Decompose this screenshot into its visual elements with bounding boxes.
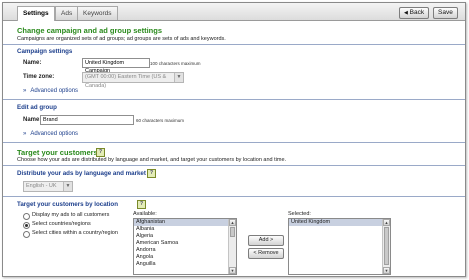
tab-ads[interactable]: Ads (55, 6, 79, 20)
selected-label: Selected: (288, 211, 311, 217)
list-item[interactable]: Angola (134, 254, 236, 261)
page-subtitle: Campaigns are organized sets of ad group… (17, 36, 226, 42)
advanced-options-label: Advanced options (30, 131, 79, 137)
divider (3, 99, 465, 100)
tab-settings[interactable]: Settings (17, 6, 55, 21)
divider (3, 165, 465, 166)
language-market-value: English - UK (26, 183, 57, 189)
selected-countries-list[interactable]: United Kingdom ▲ ▼ (288, 218, 391, 275)
available-countries-list[interactable]: Afghanistan Albania Algeria American Sam… (133, 218, 237, 275)
help-icon[interactable]: ? (147, 169, 156, 178)
chevron-down-icon: ▼ (63, 182, 72, 191)
divider (3, 196, 465, 197)
help-icon[interactable]: ? (137, 200, 146, 209)
tab-bar: Settings Ads Keywords ◀ Back Save (3, 3, 465, 21)
help-icon[interactable]: ? (96, 148, 105, 157)
target-customers-title: Target your customers (17, 148, 98, 157)
ad-group-name-label: Name: (23, 117, 42, 123)
list-item[interactable]: Albania (134, 226, 236, 233)
chevron-down-icon: ▼ (174, 73, 183, 82)
available-label: Available: (133, 211, 157, 217)
back-button-label: Back (409, 9, 425, 16)
divider (3, 44, 465, 45)
divider (3, 142, 465, 143)
radio-countries-regions[interactable] (23, 222, 30, 229)
campaign-advanced-options-link[interactable]: » Advanced options (23, 88, 78, 94)
radio-all-customers[interactable] (23, 213, 30, 220)
save-button[interactable]: Save (433, 7, 458, 19)
timezone-label: Time zone: (23, 74, 55, 80)
scrollbar[interactable]: ▲ ▼ (382, 219, 390, 274)
chevron-icon: » (23, 88, 27, 94)
list-item[interactable]: United Kingdom (289, 219, 390, 226)
advanced-options-label: Advanced options (30, 88, 79, 94)
back-arrow-icon: ◀ (404, 10, 408, 16)
location-targeting-heading: Target your customers by location (17, 201, 118, 208)
radio-countries-regions-label: Select countries/regions (32, 221, 91, 227)
tab-keywords[interactable]: Keywords (77, 6, 118, 20)
campaign-name-label: Name: (23, 60, 42, 66)
timezone-value: (GMT 00:00) Eastern Time (US & Canada) (85, 74, 167, 89)
target-customers-subtitle: Choose how your ads are distributed by l… (17, 157, 287, 163)
ad-group-name-hint: 60 characters maximum (136, 118, 185, 123)
scroll-up-icon[interactable]: ▲ (229, 219, 236, 226)
campaign-name-hint: 100 characters maximum (150, 61, 201, 66)
radio-cities-label: Select cities within a country/region (32, 230, 118, 236)
scroll-down-icon[interactable]: ▼ (229, 267, 236, 274)
campaign-settings-heading: Campaign settings (17, 48, 73, 55)
chevron-icon: » (23, 131, 27, 137)
edit-ad-group-heading: Edit ad group (17, 104, 57, 111)
list-item[interactable]: Anguilla (134, 261, 236, 268)
scrollbar[interactable]: ▲ ▼ (228, 219, 236, 274)
list-item[interactable]: Andorra (134, 247, 236, 254)
language-market-select[interactable]: English - UK ▼ (23, 181, 73, 192)
add-button[interactable]: Add > (248, 235, 284, 246)
ad-group-name-input[interactable]: Brand (40, 115, 134, 125)
ad-group-advanced-options-link[interactable]: » Advanced options (23, 131, 78, 137)
settings-window: Settings Ads Keywords ◀ Back Save Change… (2, 2, 466, 277)
back-button[interactable]: ◀ Back (399, 7, 430, 19)
list-item[interactable]: Afghanistan (134, 219, 236, 226)
page-title: Change campaign and ad group settings (17, 26, 163, 35)
remove-button[interactable]: < Remove (248, 248, 284, 259)
scrollbar-thumb[interactable] (230, 227, 235, 237)
list-item[interactable]: American Samoa (134, 240, 236, 247)
scroll-down-icon[interactable]: ▼ (383, 267, 390, 274)
scrollbar-thumb[interactable] (384, 227, 389, 265)
list-item[interactable]: Algeria (134, 233, 236, 240)
distribute-ads-heading: Distribute your ads by language and mark… (17, 170, 146, 177)
radio-cities[interactable] (23, 231, 30, 238)
scroll-up-icon[interactable]: ▲ (383, 219, 390, 226)
radio-all-customers-label: Display my ads to all customers (32, 212, 110, 218)
campaign-name-input[interactable]: United Kingdom Campaign (82, 58, 150, 74)
timezone-select[interactable]: (GMT 00:00) Eastern Time (US & Canada) ▼ (82, 72, 184, 89)
